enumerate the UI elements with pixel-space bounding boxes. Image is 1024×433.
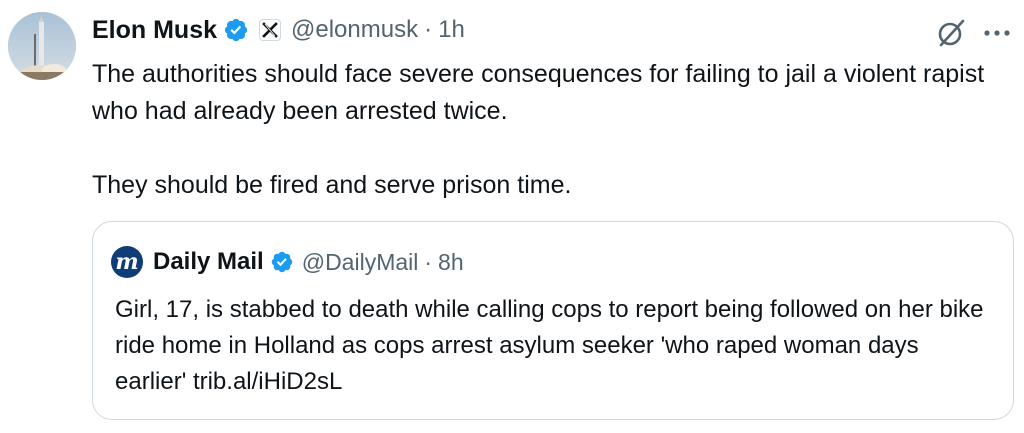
author-name[interactable]: Elon Musk: [92, 16, 217, 45]
tweet-paragraph: They should be fired and serve prison ti…: [92, 171, 572, 199]
separator-dot: ·: [424, 16, 433, 43]
separator-dot: ·: [424, 248, 433, 275]
author-avatar[interactable]: [8, 12, 76, 80]
x-logo-icon[interactable]: [259, 19, 282, 41]
tweet[interactable]: Elon Musk @elonmusk · 1h The authorities…: [0, 0, 1024, 433]
author-handle[interactable]: @elonmusk: [291, 16, 418, 44]
tweet-paragraph: The authorities should face severe conse…: [92, 60, 985, 125]
tweet-timestamp[interactable]: 1h: [438, 16, 465, 44]
quoted-author-handle[interactable]: @DailyMail: [302, 249, 419, 276]
quoted-author-name[interactable]: Daily Mail: [153, 248, 264, 276]
more-icon[interactable]: [982, 20, 1012, 46]
quoted-tweet-text: Girl, 17, is stabbed to death while call…: [115, 296, 984, 395]
quoted-author-avatar[interactable]: m: [111, 246, 143, 278]
verified-badge-icon: [224, 18, 248, 42]
tweet-text: The authorities should face severe conse…: [92, 56, 1012, 204]
tweet-header: Elon Musk @elonmusk · 1h: [92, 12, 465, 48]
quoted-tweet[interactable]: m Daily Mail @DailyMail · 8h Girl, 17, i…: [92, 221, 1014, 420]
rocket-launch-avatar-icon: [8, 12, 76, 80]
quoted-tweet-timestamp[interactable]: 8h: [438, 249, 464, 276]
grok-icon[interactable]: [934, 16, 968, 50]
quoted-tweet-header: m Daily Mail @DailyMail · 8h: [111, 246, 464, 278]
verified-badge-icon: [271, 251, 292, 273]
